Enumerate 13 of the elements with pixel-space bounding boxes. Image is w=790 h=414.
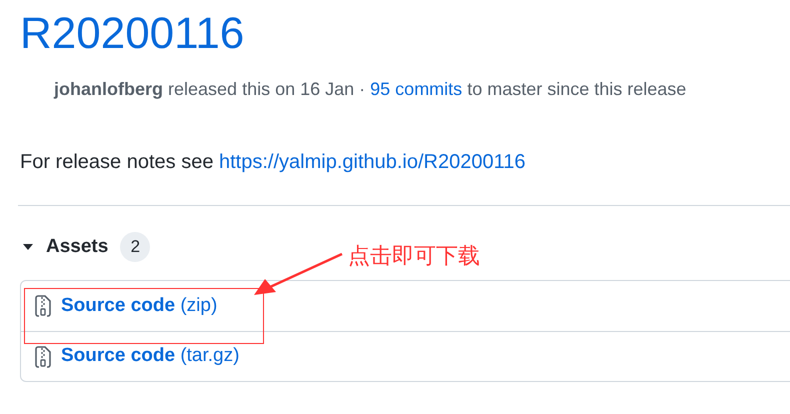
release-title[interactable]: R20200116: [20, 6, 244, 62]
release-notes-link[interactable]: https://yalmip.github.io/R20200116: [219, 151, 526, 173]
source-code-link[interactable]: Source code (zip): [61, 292, 218, 320]
assets-count: 2: [120, 232, 150, 262]
annotation-text: 点击即可下载: [348, 243, 480, 271]
release-meta: johanlofberg released this on 16 Jan · 95 commits to master since this release: [54, 78, 686, 101]
zip-file-icon: [35, 346, 51, 368]
caret-icon[interactable]: [22, 243, 34, 251]
zip-file-icon: [35, 295, 51, 317]
source-code-link[interactable]: Source code (tar.gz): [61, 342, 240, 371]
release-notes-text: For release notes see https://yalmip.github.io/R20200116: [20, 150, 526, 175]
commits-link[interactable]: 95 commits: [370, 79, 462, 99]
assets-heading: Assets: [46, 234, 108, 259]
